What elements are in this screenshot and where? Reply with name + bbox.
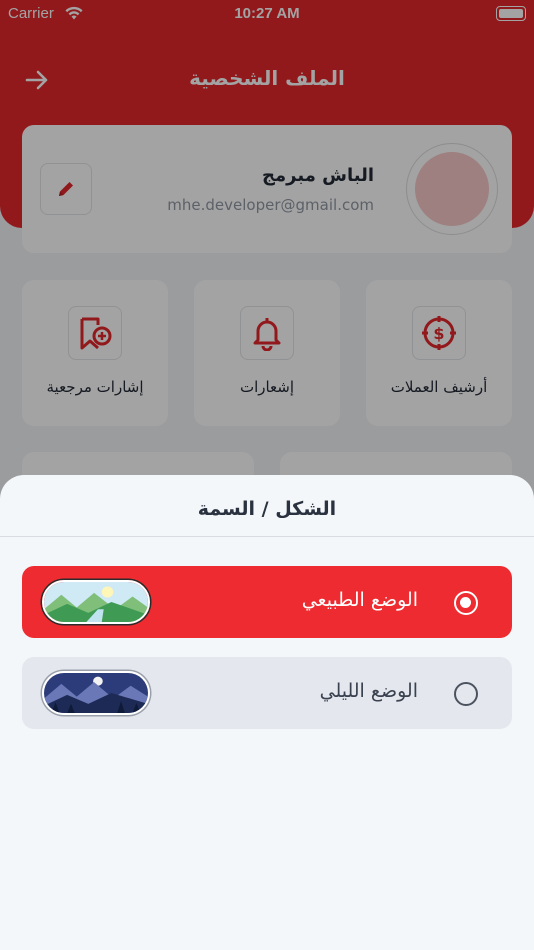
theme-option-light[interactable]: الوضع الطبيعي [22,566,512,638]
option-label: الوضع الطبيعي [301,589,418,611]
night-landscape-icon [42,671,150,715]
divider [0,536,534,537]
sheet-title: الشكل / السمة [197,498,337,520]
radio-selected-icon[interactable] [454,591,478,615]
theme-bottom-sheet: الشكل / السمة الوضع الطبيعي الوضع الليلي [0,475,534,950]
day-landscape-icon [42,580,150,624]
theme-option-dark[interactable]: الوضع الليلي [22,657,512,729]
option-label: الوضع الليلي [319,680,418,702]
radio-unselected-icon[interactable] [454,682,478,706]
